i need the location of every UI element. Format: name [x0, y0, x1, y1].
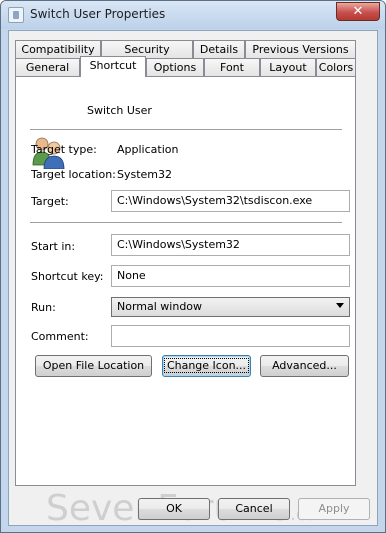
ok-button[interactable]: OK [138, 498, 210, 520]
tab-shortcut[interactable]: Shortcut [80, 56, 146, 77]
tab-label: Colors [318, 61, 354, 74]
open-file-location-button[interactable]: Open File Location [35, 355, 152, 377]
tab-label: Compatibility [21, 43, 95, 56]
start-in-field[interactable]: C:\Windows\System32 [111, 234, 350, 256]
tab-label: General [25, 61, 70, 74]
apply-button[interactable]: Apply [298, 498, 370, 520]
title-bar[interactable]: Switch User Properties ✕ [1, 1, 385, 29]
run-select-value: Normal window [117, 300, 203, 313]
advanced-button[interactable]: Advanced... [260, 355, 349, 377]
tab-previous-versions[interactable]: Previous Versions [245, 40, 356, 59]
shortcut-file-icon [8, 7, 24, 23]
properties-window: Switch User Properties ✕ Compatibility S… [0, 0, 386, 533]
run-select[interactable]: Normal window [111, 297, 350, 317]
tab-colors[interactable]: Colors [316, 58, 356, 77]
dialog-body: Compatibility Security Details Previous … [8, 30, 378, 529]
shortcut-tab-panel: Switch User Target type: Application Tar… [15, 76, 356, 486]
cancel-button[interactable]: Cancel [218, 498, 290, 520]
button-label: Apply [318, 502, 350, 515]
comment-field[interactable] [111, 325, 350, 347]
divider [30, 222, 342, 223]
target-type-label: Target type: [31, 143, 97, 156]
target-location-label: Target location: [31, 168, 116, 181]
comment-label: Comment: [31, 330, 89, 343]
tab-options[interactable]: Options [146, 58, 204, 77]
target-label: Target: [31, 195, 69, 208]
tab-label: Layout [269, 61, 307, 74]
divider [30, 129, 342, 130]
button-label: Open File Location [42, 359, 145, 372]
window-title: Switch User Properties [30, 7, 166, 21]
tab-label: Shortcut [89, 59, 137, 72]
tab-font[interactable]: Font [204, 58, 260, 77]
chevron-down-icon [336, 303, 344, 308]
tab-layout[interactable]: Layout [260, 58, 316, 77]
shortcut-key-field[interactable]: None [111, 265, 350, 287]
button-label: Cancel [235, 502, 273, 515]
shortcut-name: Switch User [87, 104, 152, 117]
tab-label: Previous Versions [252, 43, 349, 56]
tab-details[interactable]: Details [193, 40, 245, 59]
button-label: Change Icon... [163, 358, 250, 373]
button-label: OK [166, 502, 182, 515]
run-label: Run: [31, 301, 56, 314]
tab-label: Font [220, 61, 244, 74]
tab-general[interactable]: General [15, 58, 80, 77]
target-type-value: Application [117, 143, 179, 156]
shortcut-key-label: Shortcut key: [31, 270, 104, 283]
change-icon-button[interactable]: Change Icon... [162, 355, 251, 377]
target-field[interactable]: C:\Windows\System32\tsdiscon.exe [111, 190, 350, 212]
target-location-value: System32 [117, 168, 173, 181]
tab-label: Options [153, 61, 197, 74]
close-button[interactable]: ✕ [336, 2, 380, 21]
tab-label: Security [124, 43, 170, 56]
tab-label: Details [199, 43, 239, 56]
start-in-label: Start in: [31, 240, 76, 253]
button-label: Advanced... [272, 359, 337, 372]
